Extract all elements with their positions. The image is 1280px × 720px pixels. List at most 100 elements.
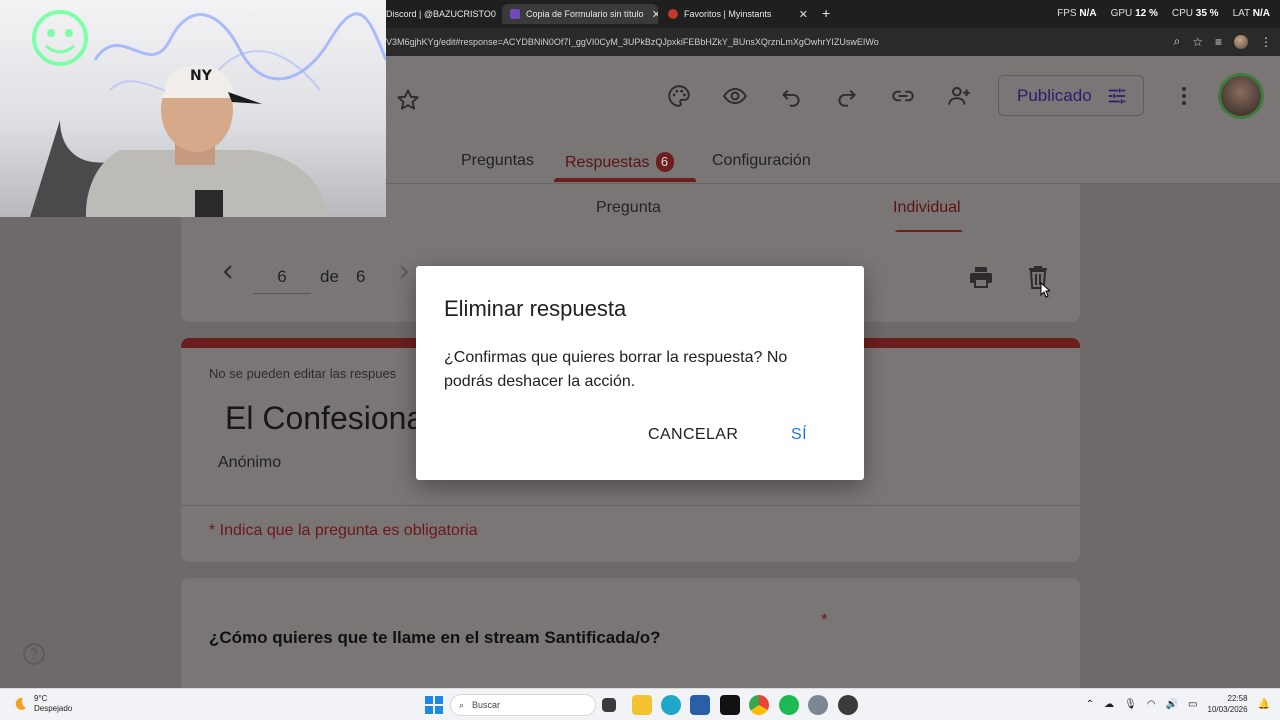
account-avatar[interactable]	[1218, 73, 1264, 119]
media-queue-icon[interactable]: ≡	[1215, 35, 1222, 49]
lat-label: LAT	[1232, 8, 1250, 19]
browser-menu-icon[interactable]: ⋮	[1260, 35, 1272, 49]
anonymous-label: Anónimo	[218, 454, 282, 471]
responses-count-badge: 6	[655, 152, 674, 172]
question-card: ¿Cómo quieres que te llame en el stream …	[181, 578, 1080, 688]
microphone-icon[interactable]: 🎙	[1124, 699, 1137, 710]
wifi-icon[interactable]: ◠	[1147, 699, 1156, 710]
tab-myinstants[interactable]: Favoritos | Myinstants ✕	[660, 4, 816, 24]
cpu-label: CPU	[1171, 8, 1193, 19]
gpu-value: 12 %	[1135, 8, 1158, 19]
dialog-body: ¿Confirmas que quieres borrar la respues…	[444, 349, 788, 390]
weather-description: Despejado	[34, 704, 73, 713]
windows-taskbar: 9°C Despejado ⌕ Buscar ⌃ ☁ 🎙 ◠ 🔊 ▭ 22:58…	[0, 688, 1280, 720]
preview-eye-icon[interactable]	[721, 82, 749, 110]
tab-discord[interactable]: Discord | @BAZUCRISTO0 ✕	[378, 4, 500, 24]
task-view-icon[interactable]	[602, 698, 616, 712]
taskbar-search-input[interactable]: ⌕ Buscar	[450, 694, 596, 716]
cloud-sync-icon[interactable]: ☁	[1104, 699, 1114, 710]
question-title: ¿Cómo quieres que te llame en el stream …	[209, 628, 661, 647]
divider	[181, 505, 1080, 506]
tab-settings[interactable]: Configuración	[712, 152, 811, 170]
cpu-value: 35 %	[1195, 8, 1219, 19]
obs-icon[interactable]	[838, 695, 858, 715]
active-tab-indicator	[554, 178, 696, 182]
system-tray: ⌃ ☁ 🎙 ◠ 🔊 ▭ 22:58 10/03/2026 🔔	[1086, 693, 1270, 715]
tab-questions[interactable]: Preguntas	[461, 152, 534, 170]
clock-time: 22:58	[1227, 694, 1248, 703]
weather-temperature: 9°C	[34, 694, 48, 703]
tab-label: Copia de Formulario sin título	[526, 9, 644, 19]
settings-gear-icon[interactable]	[808, 695, 828, 715]
tab-label: Discord | @BAZUCRISTO0	[386, 9, 496, 19]
lat-value: N/A	[1252, 8, 1270, 19]
url-field[interactable]: V3M6gjhKYg/edit#response=ACYDBNiN0Of7I_g…	[386, 37, 879, 47]
svg-text:NY: NY	[190, 68, 213, 84]
tune-settings-icon	[1108, 88, 1125, 103]
performance-overlay: FPS N/A GPU 12 % CPU 35 % LAT N/A	[1057, 8, 1270, 19]
mouse-cursor-icon	[1040, 282, 1050, 298]
subtab-individual[interactable]: Individual	[893, 199, 961, 217]
tab-responses-label: Respuestas	[565, 154, 650, 171]
tab-form-copy[interactable]: Copia de Formulario sin título ✕	[502, 4, 658, 24]
add-collaborator-icon[interactable]	[945, 82, 973, 110]
tab-responses[interactable]: Respuestas 6	[565, 152, 674, 172]
chevron-right-icon[interactable]	[397, 262, 411, 282]
fps-value: N/A	[1079, 8, 1097, 19]
edit-disabled-note: No se pueden editar las respues	[209, 366, 397, 381]
tab-label: Favoritos | Myinstants	[684, 9, 772, 19]
undo-icon[interactable]	[777, 82, 805, 110]
required-note: * Indica que la pregunta es obligatoria	[209, 522, 478, 539]
chevron-up-icon[interactable]: ⌃	[1086, 699, 1094, 710]
more-options-icon[interactable]	[1176, 84, 1192, 108]
help-icon[interactable]	[22, 642, 46, 666]
required-star: *	[821, 610, 828, 629]
volume-icon[interactable]: 🔊	[1166, 699, 1178, 710]
search-icon: ⌕	[459, 699, 465, 710]
delete-response-dialog: Eliminar respuesta ¿Confirmas que quiere…	[416, 266, 864, 480]
total-responses: 6	[356, 267, 366, 286]
publish-button[interactable]: Publicado	[998, 75, 1144, 116]
file-explorer-icon[interactable]	[632, 695, 652, 715]
subtab-question[interactable]: Pregunta	[596, 199, 661, 217]
gpu-label: GPU	[1110, 8, 1133, 19]
zoom-icon[interactable]: ⌕	[1173, 34, 1180, 49]
confirm-delete-button[interactable]: SÍ	[791, 426, 807, 444]
close-icon[interactable]: ✕	[644, 8, 658, 21]
close-icon[interactable]: ✕	[496, 8, 500, 21]
browser-profile-avatar[interactable]	[1234, 34, 1248, 49]
chrome-icon[interactable]	[749, 695, 769, 715]
of-label: de	[320, 267, 339, 286]
store-icon[interactable]	[690, 695, 710, 715]
moon-icon	[15, 697, 26, 710]
windows-start-icon[interactable]	[424, 695, 444, 715]
myinstants-favicon-icon	[668, 9, 678, 19]
edge-browser-icon[interactable]	[661, 695, 681, 715]
new-tab-icon[interactable]: +	[822, 5, 830, 21]
search-placeholder: Buscar	[472, 700, 501, 710]
bookmark-star-icon[interactable]: ☆	[1192, 35, 1203, 49]
publish-label: Publicado	[1017, 85, 1092, 105]
weather-widget[interactable]: 9°C Despejado	[12, 694, 72, 714]
webcam-overlay: NY	[0, 0, 386, 217]
battery-icon[interactable]: ▭	[1188, 699, 1197, 710]
link-icon[interactable]	[889, 82, 917, 110]
star-icon[interactable]	[394, 86, 422, 114]
spotify-icon[interactable]	[779, 695, 799, 715]
redo-icon[interactable]	[833, 82, 861, 110]
notifications-bell-icon[interactable]: 🔔	[1258, 699, 1270, 710]
webcam-streamer-image: NY	[30, 10, 386, 217]
form-title: El Confesiona	[225, 400, 425, 436]
print-icon[interactable]	[968, 264, 994, 290]
cancel-button[interactable]: CANCELAR	[648, 426, 738, 444]
fps-label: FPS	[1057, 8, 1077, 19]
current-response-input[interactable]: 6	[253, 267, 311, 294]
dialog-title: Eliminar respuesta	[444, 296, 627, 321]
palette-icon[interactable]	[665, 82, 693, 110]
close-icon[interactable]: ✕	[791, 8, 808, 21]
chevron-left-icon[interactable]	[221, 262, 235, 282]
clock-date: 10/03/2026	[1207, 705, 1248, 714]
yandex-app-icon[interactable]	[720, 695, 740, 715]
forms-favicon-icon	[510, 9, 520, 19]
clock[interactable]: 22:58 10/03/2026	[1208, 693, 1248, 715]
